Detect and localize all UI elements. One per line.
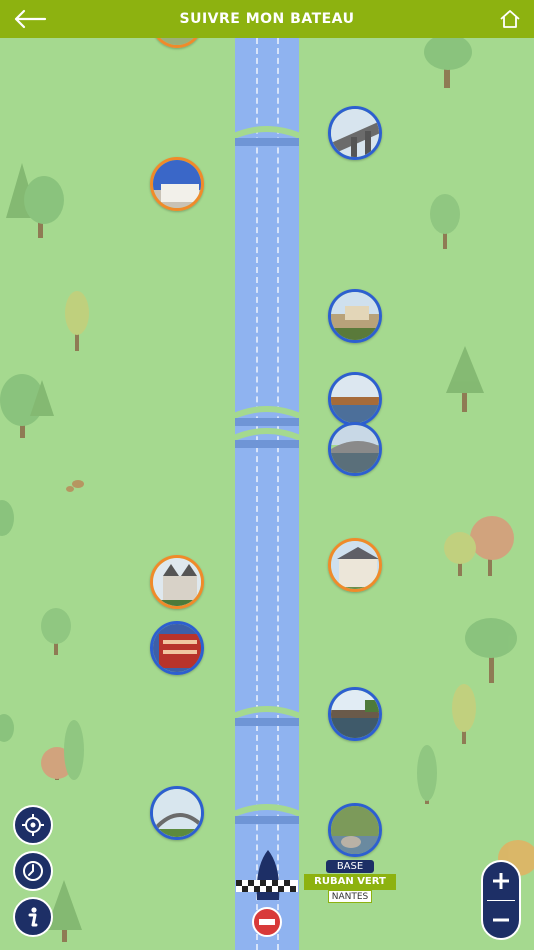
no-entry-icon [252,907,282,937]
poi-marker[interactable] [328,803,382,857]
poi-marker[interactable] [150,555,204,609]
lock-icon [232,804,302,824]
base-label: BASE [326,860,374,873]
poi-marker[interactable] [328,422,382,476]
poi-marker[interactable] [328,289,382,343]
poi-marker[interactable] [150,157,204,211]
lock-icon [232,428,302,448]
clock-icon [23,861,43,881]
info-button[interactable] [13,897,53,937]
top-bar: SUIVRE MON BATEAU [0,0,534,38]
zoom-control [481,860,521,940]
lock-icon [232,706,302,726]
boat-icon [256,850,280,900]
base-city: NANTES [328,890,372,903]
start-line-icon [236,880,298,892]
poi-marker[interactable] [328,106,382,160]
route-map[interactable]: BASE RUBAN VERT NANTES [0,38,534,950]
base-name: RUBAN VERT [304,874,396,890]
home-icon [500,10,520,28]
home-button[interactable] [488,0,532,38]
minus-icon [493,918,509,922]
crosshair-icon [22,814,44,836]
poi-marker[interactable] [150,786,204,840]
poi-marker[interactable] [328,538,382,592]
page-title: SUIVRE MON BATEAU [179,11,355,27]
history-button[interactable] [13,851,53,891]
lock-icon [232,406,302,426]
locate-button[interactable] [13,805,53,845]
zoom-in-button[interactable] [483,862,519,900]
info-icon [28,907,38,927]
lock-icon [232,126,302,146]
plus-icon [493,873,509,889]
poi-marker[interactable] [328,372,382,426]
poi-marker[interactable] [328,687,382,741]
base-marker[interactable]: BASE RUBAN VERT NANTES [304,860,396,904]
zoom-out-button[interactable] [483,901,519,939]
poi-marker[interactable] [150,621,204,675]
